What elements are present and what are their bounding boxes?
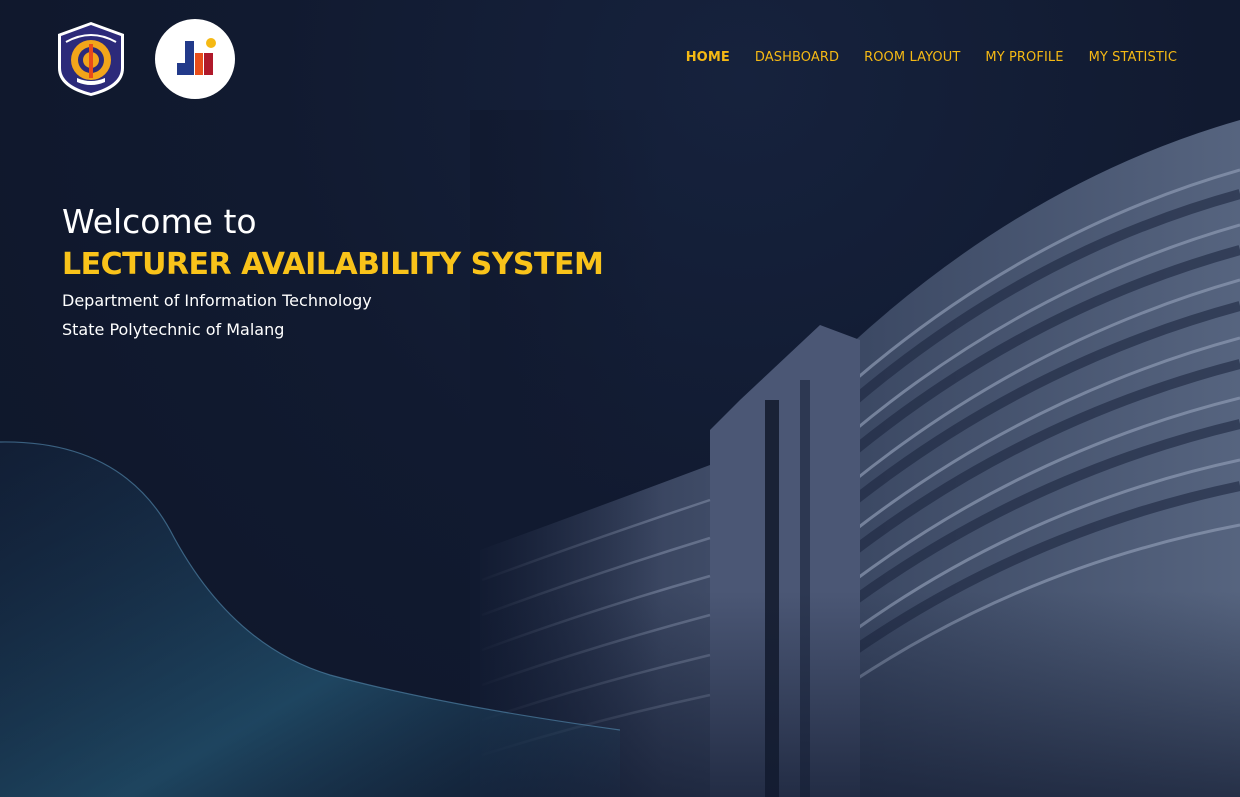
hero-title: LECTURER AVAILABILITY SYSTEM (62, 247, 604, 282)
nav-room-layout[interactable]: ROOM LAYOUT (864, 50, 960, 65)
hero-welcome: Welcome to (62, 202, 257, 241)
jti-logo-icon[interactable] (155, 19, 235, 99)
decorative-wave (0, 441, 620, 797)
polinema-emblem-icon[interactable] (52, 20, 130, 98)
nav-my-statistic[interactable]: MY STATISTIC (1089, 50, 1177, 65)
site-header: HOME DASHBOARD ROOM LAYOUT MY PROFILE MY… (0, 0, 1240, 118)
main-nav: HOME DASHBOARD ROOM LAYOUT MY PROFILE MY… (661, 50, 1177, 65)
hero-department: Department of Information Technology (62, 291, 372, 310)
hero-institution: State Polytechnic of Malang (62, 320, 285, 339)
nav-dashboard[interactable]: DASHBOARD (755, 50, 839, 65)
hero-section: Welcome to LECTURER AVAILABILITY SYSTEM … (62, 200, 604, 344)
home-page: HOME DASHBOARD ROOM LAYOUT MY PROFILE MY… (0, 0, 1240, 797)
nav-home[interactable]: HOME (686, 50, 730, 65)
nav-my-profile[interactable]: MY PROFILE (985, 50, 1063, 65)
